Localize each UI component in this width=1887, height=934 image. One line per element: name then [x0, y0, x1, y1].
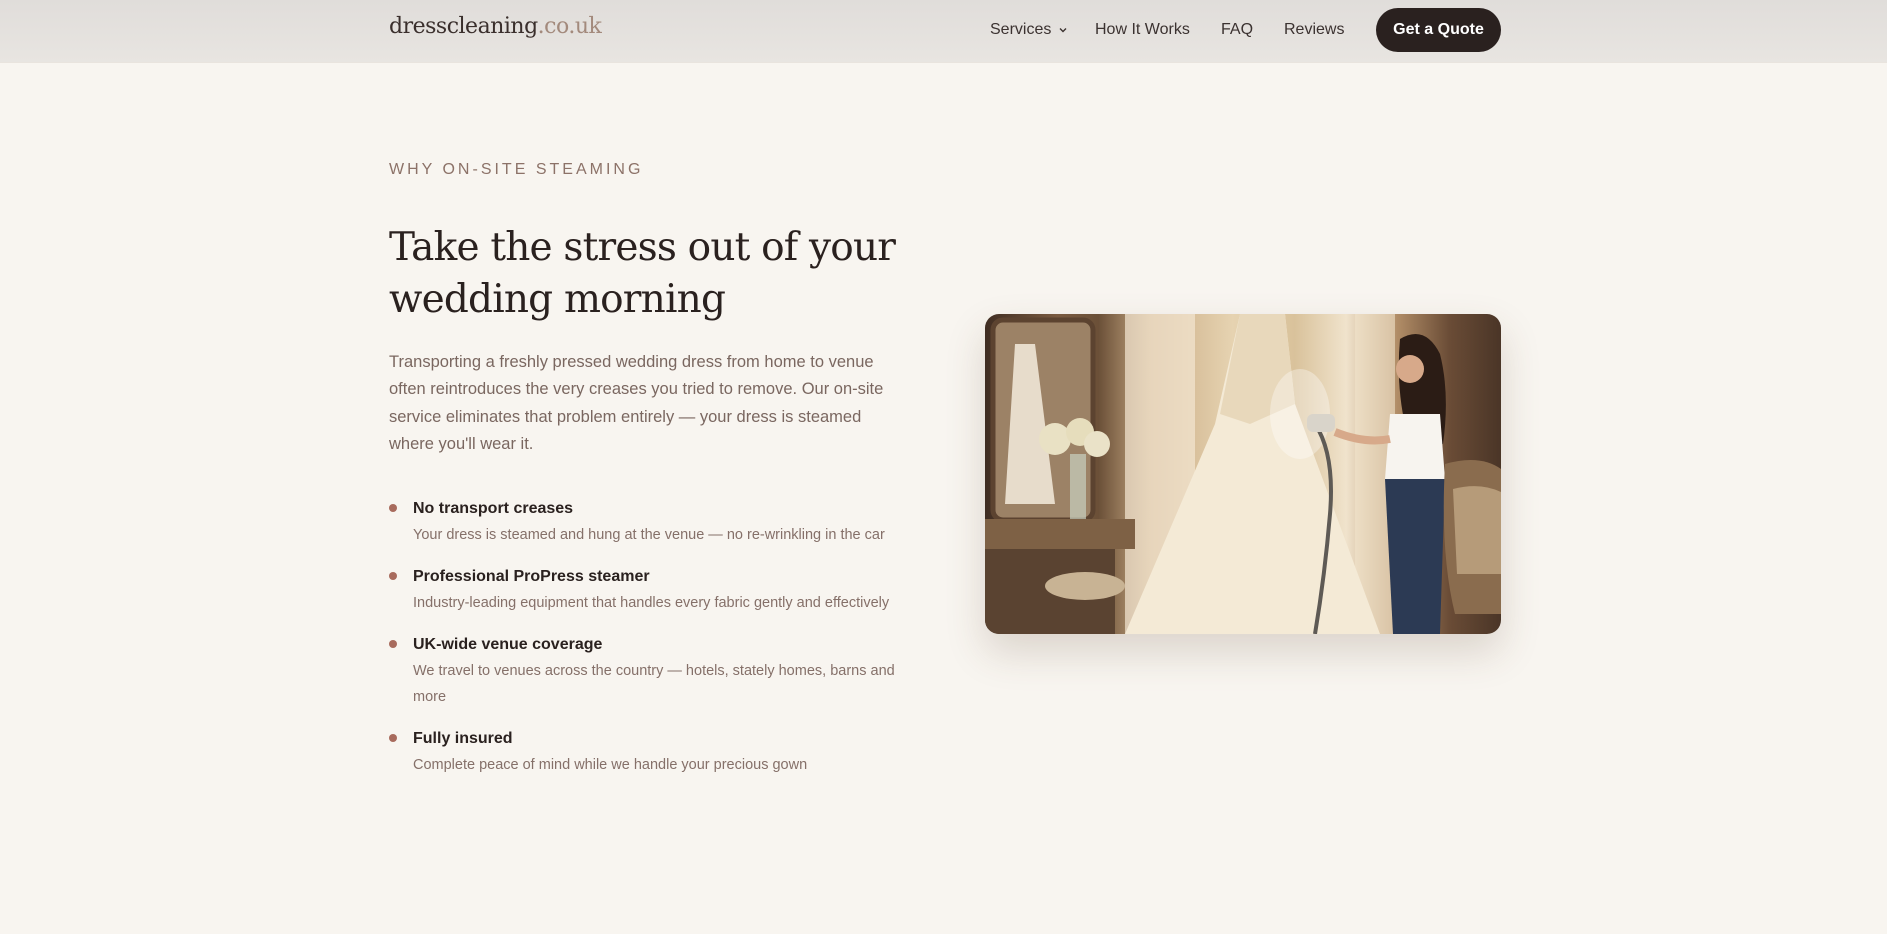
feature-description: Industry-leading equipment that handles …: [413, 595, 890, 611]
get-quote-button[interactable]: Get a Quote: [1376, 8, 1501, 52]
site-header: dresscleaning.co.uk Services How It Work…: [0, 0, 1887, 63]
feature-title: No transport creases: [413, 500, 574, 517]
feature-item: UK-wide venue coverage We travel to venu…: [389, 634, 929, 710]
section-eyebrow: WHY ON-SITE STEAMING: [389, 161, 644, 178]
headline-line-1: Take the stress out of your: [389, 225, 896, 270]
feature-description: Complete peace of mind while we handle y…: [413, 757, 808, 773]
logo-name: dresscleaning: [389, 14, 538, 39]
feature-title: Professional ProPress steamer: [413, 568, 650, 585]
feature-description: We travel to venues across the country —…: [413, 663, 895, 705]
nav-services-label: Services: [990, 21, 1052, 38]
nav-faq[interactable]: FAQ: [1221, 21, 1253, 39]
nav-reviews[interactable]: Reviews: [1284, 21, 1344, 39]
feature-list: No transport creases Your dress is steam…: [389, 498, 929, 796]
chevron-down-icon: [1059, 27, 1067, 33]
feature-description: Your dress is steamed and hung at the ve…: [413, 527, 885, 543]
site-logo[interactable]: dresscleaning.co.uk: [389, 14, 602, 39]
headline-line-2: wedding morning: [389, 277, 726, 322]
dress-steaming-photo: [985, 314, 1501, 634]
section-intro: Transporting a freshly pressed wedding d…: [389, 353, 884, 453]
bullet-dot-icon: [389, 734, 397, 742]
bullet-dot-icon: [389, 504, 397, 512]
nav-services[interactable]: Services: [990, 21, 1068, 39]
logo-tld: .co.uk: [537, 14, 602, 39]
feature-title: Fully insured: [413, 730, 513, 747]
feature-item: No transport creases Your dress is steam…: [389, 498, 929, 548]
feature-item: Professional ProPress steamer Industry-l…: [389, 566, 929, 616]
section-headline: Take the stress out of your wedding morn…: [389, 222, 909, 326]
feature-item: Fully insured Complete peace of mind whi…: [389, 728, 929, 778]
bullet-dot-icon: [389, 572, 397, 580]
feature-title: UK-wide venue coverage: [413, 636, 603, 653]
nav-how-it-works[interactable]: How It Works: [1095, 21, 1190, 39]
bullet-dot-icon: [389, 640, 397, 648]
